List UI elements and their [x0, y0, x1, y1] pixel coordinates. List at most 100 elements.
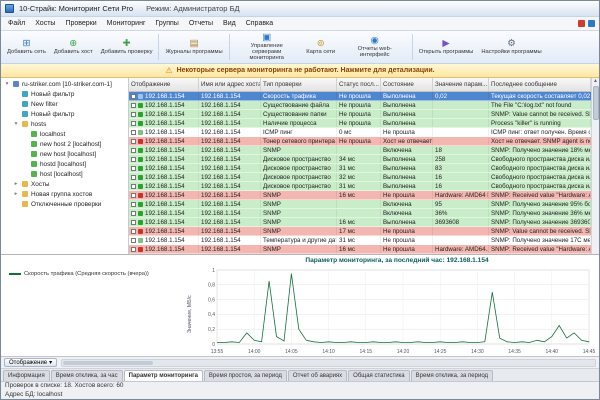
table-row[interactable]: 192.168.1.154192.168.1.154SNMP16 мсНе пр… [129, 245, 591, 254]
scrollbar-thumb[interactable] [593, 86, 599, 120]
tab-6[interactable]: Время отклика, за период [411, 370, 493, 381]
table-row[interactable]: 192.168.1.154192.168.1.154SNMP17 мсНе пр… [129, 227, 591, 236]
tree-expander-icon[interactable]: ▸ [13, 191, 19, 197]
info-indicator-icon[interactable] [588, 20, 595, 27]
toolbar-button-2[interactable]: ✚Добавить проверку [97, 32, 157, 62]
menu-item-3[interactable]: Мониторинг [102, 20, 151, 27]
row-checkbox[interactable] [131, 238, 136, 243]
warning-bar[interactable]: ⚠ Некоторые сервера мониторинга не работ… [1, 64, 599, 78]
row-checkbox[interactable] [131, 202, 136, 207]
table-row[interactable]: 192.168.1.154192.168.1.154Скорость трафи… [129, 92, 591, 101]
table-row[interactable]: 192.168.1.154192.168.1.154Температура и … [129, 236, 591, 245]
row-state: Включена [381, 200, 433, 208]
table-row[interactable]: 192.168.1.154192.168.1.154SNMPВключена95… [129, 200, 591, 209]
menu-item-1[interactable]: Хосты [30, 20, 60, 27]
row-checkbox[interactable] [131, 220, 136, 225]
row-checkbox[interactable] [131, 211, 136, 216]
tab-1[interactable]: Время отклика, за час [51, 370, 123, 381]
row-checkbox[interactable] [131, 157, 136, 162]
row-checkbox[interactable] [131, 139, 136, 144]
tab-4[interactable]: Отчет об авариях [288, 370, 347, 381]
toolbar-button-1[interactable]: ⊕Добавить хост [50, 32, 97, 62]
toolbar-button-0[interactable]: ⊞Добавить сеть [3, 32, 50, 62]
table-row[interactable]: 192.168.1.154192.168.1.154Дисковое прост… [129, 164, 591, 173]
tab-0[interactable]: Информация [3, 370, 50, 381]
row-checkbox[interactable] [131, 166, 136, 171]
tree-item-9[interactable]: host [localhost] [1, 169, 128, 179]
table-row[interactable]: 192.168.1.154192.168.1.154Дисковое прост… [129, 182, 591, 191]
tree-item-3[interactable]: Новый фильтр [1, 109, 128, 119]
row-checkbox[interactable] [131, 229, 136, 234]
toolbar-button-5[interactable]: ⊚Карта сети [302, 32, 340, 62]
toolbar-button-3[interactable]: ▤Журналы программы [161, 32, 226, 62]
table-row[interactable]: 192.168.1.154192.168.1.154SNMP16 мсВыпол… [129, 218, 591, 227]
menu-item-6[interactable]: Вид [218, 20, 241, 27]
menu-item-4[interactable]: Группы [151, 20, 184, 27]
column-header-5[interactable]: Значение парам... [433, 78, 489, 91]
filter-icon [22, 111, 28, 117]
scroll-up-icon[interactable]: ▲ [593, 78, 598, 84]
table-row[interactable]: 192.168.1.154192.168.1.154SNMP16 мсНе пр… [129, 191, 591, 200]
tree-item-5[interactable]: localhost [1, 129, 128, 139]
alert-indicator-icon[interactable] [578, 20, 585, 27]
row-checkbox[interactable] [131, 193, 136, 198]
tree-item-10[interactable]: ▸Хосты [1, 179, 128, 189]
row-checkbox[interactable] [131, 112, 136, 117]
column-header-3[interactable]: Статус посл... [337, 78, 381, 91]
tree-expander-icon[interactable]: ▾ [13, 121, 19, 127]
row-checkbox[interactable] [131, 175, 136, 180]
toolbar-button-7[interactable]: ▶Открыть программы [415, 32, 478, 62]
table-row[interactable]: 192.168.1.154192.168.1.154SNMPВключена18… [129, 146, 591, 155]
row-checkbox[interactable] [131, 130, 136, 135]
tree-expander-icon[interactable]: ▾ [4, 81, 10, 87]
row-checkbox[interactable] [131, 103, 136, 108]
tree-item-2[interactable]: New filter [1, 99, 128, 109]
tree-item-11[interactable]: ▸Новая группа хостов [1, 189, 128, 199]
tree-expander-icon[interactable]: ▸ [13, 181, 19, 187]
table-row[interactable]: 192.168.1.154192.168.1.154Дисковое прост… [129, 155, 591, 164]
toolbar-button-4[interactable]: ▣Управление серверами мониторинга [232, 32, 302, 62]
row-checkbox[interactable] [131, 121, 136, 126]
table-row[interactable]: 192.168.1.154192.168.1.154Наличие процес… [129, 119, 591, 128]
toolbar-button-6[interactable]: ◉Отчеты web-интерфейс [340, 32, 410, 62]
tree-item-1[interactable]: Новый фильтр [1, 89, 128, 99]
menu-item-0[interactable]: Файл [3, 20, 30, 27]
table-row[interactable]: 192.168.1.154192.168.1.154Существование … [129, 101, 591, 110]
row-checkbox[interactable] [131, 184, 136, 189]
chart-horizontal-scrollbar[interactable] [61, 359, 596, 367]
chart-controls-row: Отображение ▾ [1, 357, 599, 369]
table-row[interactable]: 192.168.1.154192.168.1.154Дисковое прост… [129, 173, 591, 182]
toolbar-button-8[interactable]: ⚙Настройки программы [477, 32, 545, 62]
column-header-2[interactable]: Тип проверки [261, 78, 337, 91]
table-row[interactable]: 192.168.1.154192.168.1.154ICMP пинг0 мсН… [129, 128, 591, 137]
tree-item-12[interactable]: Отключенные проверки [1, 199, 128, 209]
tab-2[interactable]: Параметр мониторинга [124, 370, 203, 381]
row-checkbox[interactable] [131, 148, 136, 153]
tab-5[interactable]: Общая статистика [348, 370, 409, 381]
tree-item-label: localhost [40, 131, 65, 138]
column-header-4[interactable]: Состояние [381, 78, 433, 91]
row-checkbox[interactable] [131, 94, 136, 99]
row-checkbox[interactable] [131, 247, 136, 252]
table-vertical-scrollbar[interactable]: ▲ [591, 78, 599, 254]
table-row[interactable]: 192.168.1.154192.168.1.154Тонер сетевого… [129, 137, 591, 146]
menu-item-5[interactable]: Отчеты [184, 20, 218, 27]
menu-item-2[interactable]: Проверки [60, 20, 101, 27]
tree-item-6[interactable]: new host 2 [localhost] [1, 139, 128, 149]
table-row[interactable]: 192.168.1.154192.168.1.154SNMPВключена36… [129, 209, 591, 218]
tree-item-0[interactable]: ▾ru-striker.com [10-striker.com-1] [1, 79, 128, 89]
tree-item-8[interactable]: hostd [localhost] [1, 159, 128, 169]
tree-item-7[interactable]: new host [localhost] [1, 149, 128, 159]
display-options-button[interactable]: Отображение ▾ [4, 358, 57, 367]
window-mode: Режим: Администратор БД [146, 4, 240, 13]
row-message: The File "C:\log.txt" not found [489, 101, 591, 109]
menu-item-7[interactable]: Справка [241, 20, 278, 27]
table-row[interactable]: 192.168.1.154192.168.1.154Существование … [129, 110, 591, 119]
hscrollbar-thumb[interactable] [63, 361, 153, 365]
row-host: 192.168.1.154 [199, 218, 261, 226]
column-header-0[interactable]: Отображение [129, 78, 199, 91]
column-header-6[interactable]: Последнее сообщение [489, 78, 591, 91]
tree-item-4[interactable]: ▾hosts [1, 119, 128, 129]
column-header-1[interactable]: Имя или адрес хоста [199, 78, 261, 91]
tab-3[interactable]: Время простоя, за период [204, 370, 287, 381]
